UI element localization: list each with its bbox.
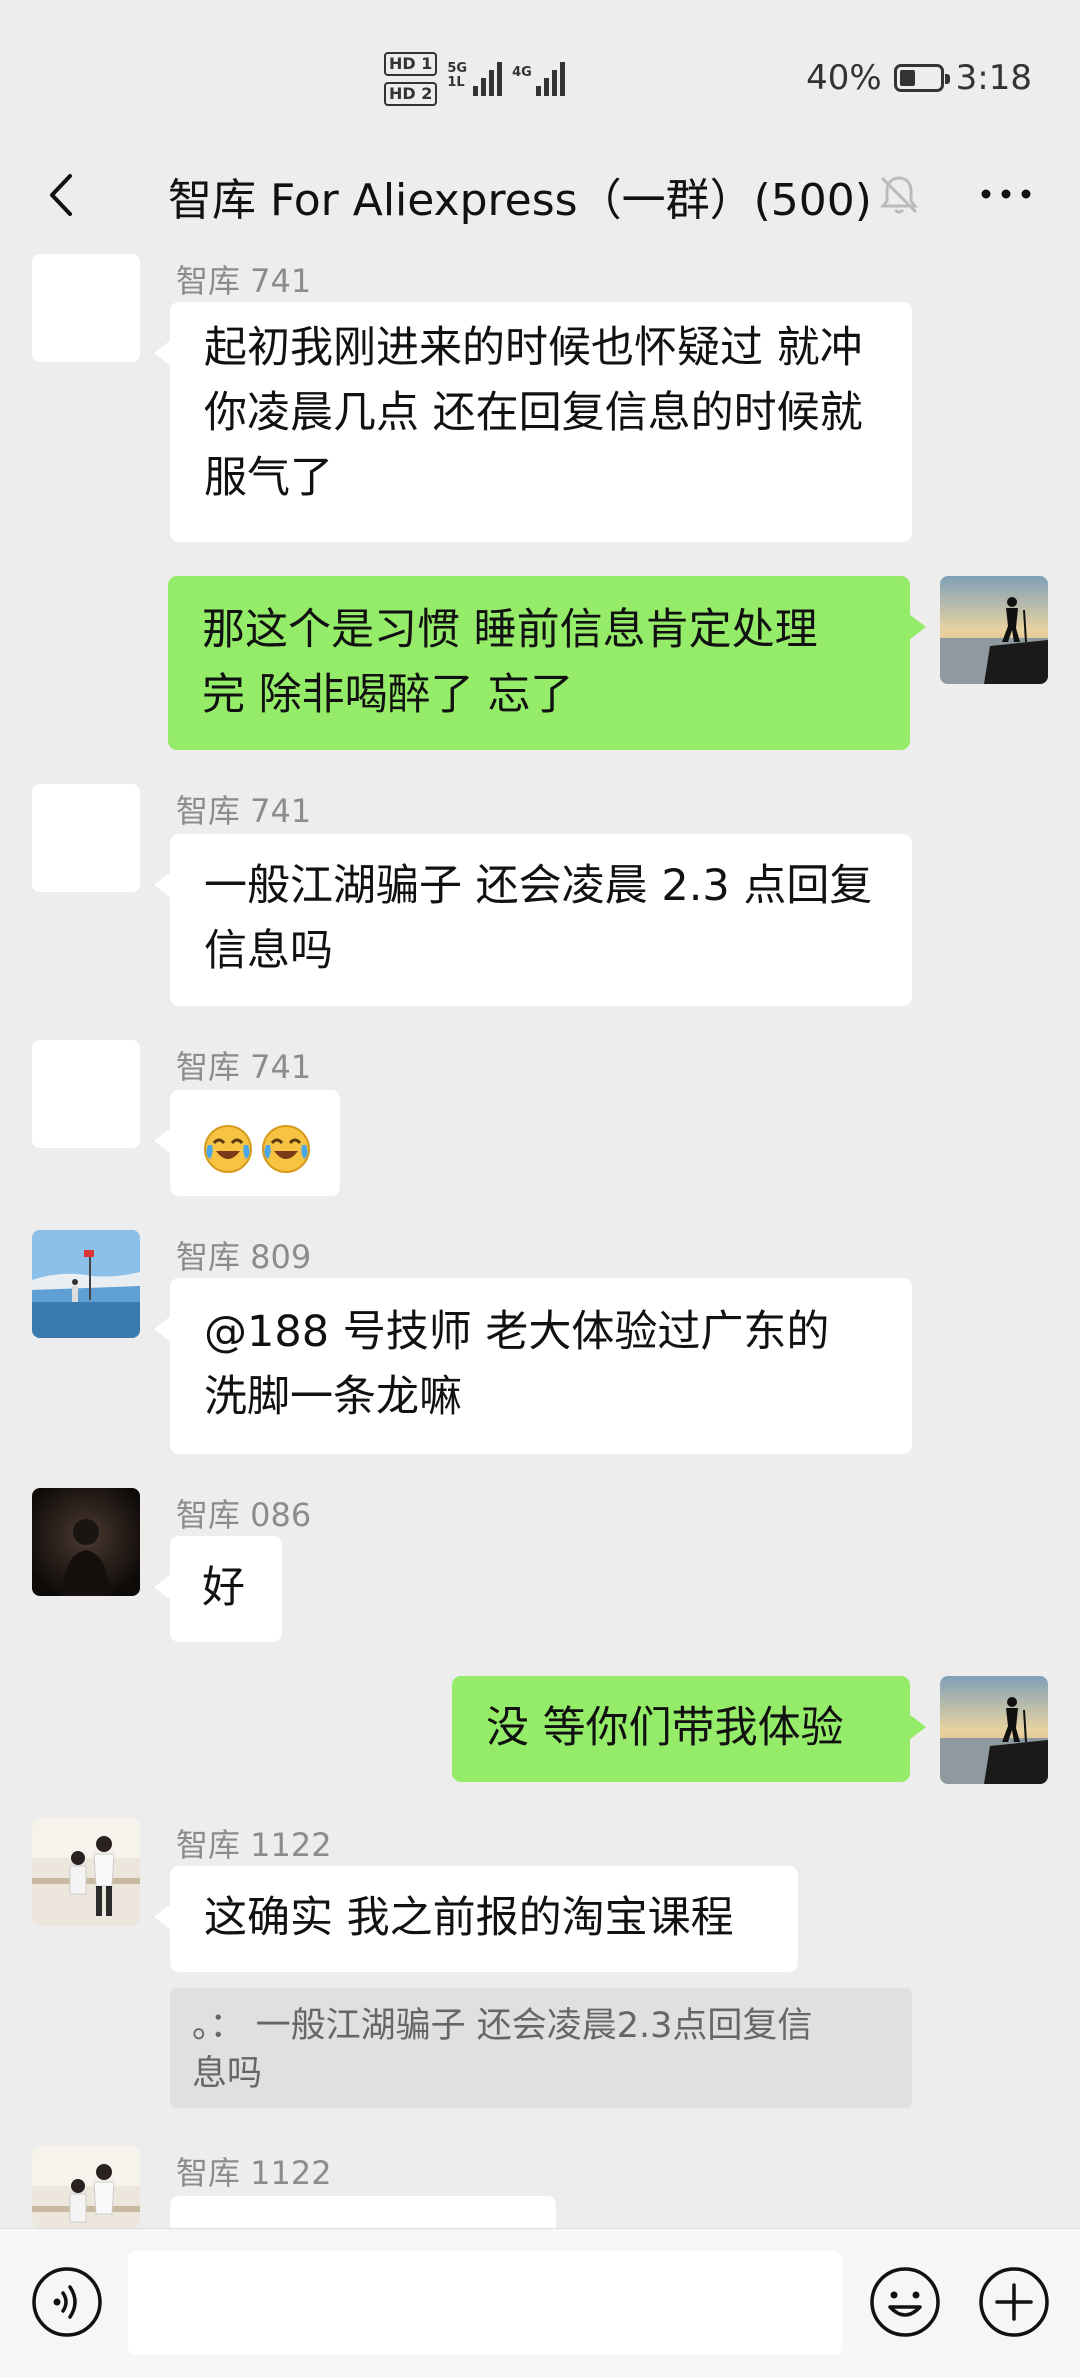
message-line: 那这个是习惯 睡前信息肯定处理 <box>202 605 818 655</box>
avatar[interactable] <box>32 784 140 892</box>
sender-name: 智库 741 <box>176 262 312 300</box>
sender-name: 智库 809 <box>176 1238 312 1276</box>
message-line: 完 除非喝醉了 忘了 <box>202 670 574 720</box>
sender-name: 智库 1122 <box>176 1826 332 1864</box>
sender-name: 智库 741 <box>176 1048 312 1086</box>
status-bar: HD 1 HD 2 5G 1L 4G 40% 3:18 <box>0 0 1080 160</box>
message-line: 信息吗 <box>204 926 333 976</box>
message-line: 没 等你们带我体验 <box>486 1703 844 1753</box>
voice-input-icon[interactable] <box>30 2265 104 2339</box>
quoted-message[interactable]: 。： 一般江湖骗子 还会凌晨2.3点回复信 息吗 <box>170 1988 912 2108</box>
avatar[interactable] <box>32 1488 140 1596</box>
quote-line: 。： 一般江湖骗子 还会凌晨2.3点回复信 <box>192 2006 813 2046</box>
network-type-1-sub: 1L <box>447 75 465 90</box>
hd-2-badge: HD 2 <box>384 82 438 106</box>
signal-indicators: HD 1 HD 2 5G 1L 4G <box>384 52 565 106</box>
message-bubble-self[interactable]: 没 等你们带我体验 <box>452 1676 926 1782</box>
chat-header: 智库 For Aliexpress（一群）(500) <box>0 150 1080 240</box>
input-bar <box>0 2228 1080 2377</box>
message-bubble[interactable]: @188 号技师 老大体验过广东的 洗脚一条龙嘛 <box>154 1278 912 1454</box>
network-type-2: 4G <box>512 65 532 80</box>
more-options-icon[interactable] <box>976 174 1036 214</box>
emoji-icon[interactable] <box>868 2265 942 2339</box>
message-line: 这确实 我之前报的淘宝课程 <box>204 1893 734 1943</box>
message-line: 好 <box>202 1563 245 1613</box>
plus-icon[interactable] <box>977 2265 1051 2339</box>
message-bubble[interactable] <box>154 1090 340 1196</box>
avatar[interactable] <box>32 254 140 362</box>
signal-bars-2-icon <box>535 52 565 96</box>
clock: 3:18 <box>955 58 1032 98</box>
message-input[interactable] <box>128 2251 842 2355</box>
face-with-tears-of-joy-icon <box>262 1124 310 1173</box>
sender-name: 智库 741 <box>176 792 312 830</box>
message-line: 你凌晨几点 还在回复信息的时候就 <box>204 388 863 438</box>
back-arrow-icon[interactable] <box>38 170 88 220</box>
battery-percent: 40% <box>806 58 882 98</box>
message-line: @188 号技师 老大体验过广东的 <box>204 1307 830 1357</box>
self-avatar[interactable] <box>940 576 1048 684</box>
message-bubble[interactable]: 好 <box>154 1536 282 1642</box>
message-line: 起初我刚进来的时候也怀疑过 就冲 <box>204 323 863 373</box>
battery-icon <box>893 64 950 92</box>
message-line: 洗脚一条龙嘛 <box>204 1372 462 1422</box>
hd-1-badge: HD 1 <box>384 52 438 76</box>
avatar[interactable] <box>32 2146 140 2228</box>
message-bubble-self[interactable]: 那这个是习惯 睡前信息肯定处理 完 除非喝醉了 忘了 <box>168 576 926 750</box>
message-bubble[interactable]: 起初我刚进来的时候也怀疑过 就冲 你凌晨几点 还在回复信息的时候就 服气了 <box>154 302 912 542</box>
message-bubble[interactable]: 这确实 我之前报的淘宝课程 <box>154 1866 798 1972</box>
signal-bars-1-icon <box>473 52 503 96</box>
self-avatar[interactable] <box>940 1676 1048 1784</box>
avatar[interactable] <box>32 1818 140 1926</box>
message-line: 服气了 <box>204 453 333 503</box>
chat-title: 智库 For Aliexpress（一群）(500) <box>168 175 872 226</box>
face-with-tears-of-joy-icon <box>204 1124 252 1173</box>
sender-name: 智库 1122 <box>176 2154 332 2192</box>
quote-line: 息吗 <box>192 2054 263 2094</box>
message-bubble[interactable]: 一般江湖骗子 还会凌晨 2.3 点回复 信息吗 <box>154 834 912 1006</box>
mute-bell-icon <box>879 176 919 214</box>
message-bubble[interactable] <box>154 2196 556 2260</box>
sender-name: 智库 086 <box>176 1496 312 1534</box>
avatar[interactable] <box>32 1040 140 1148</box>
message-line: 一般江湖骗子 还会凌晨 2.3 点回复 <box>204 861 873 911</box>
network-type-1: 5G <box>447 61 468 76</box>
avatar[interactable] <box>32 1230 140 1338</box>
